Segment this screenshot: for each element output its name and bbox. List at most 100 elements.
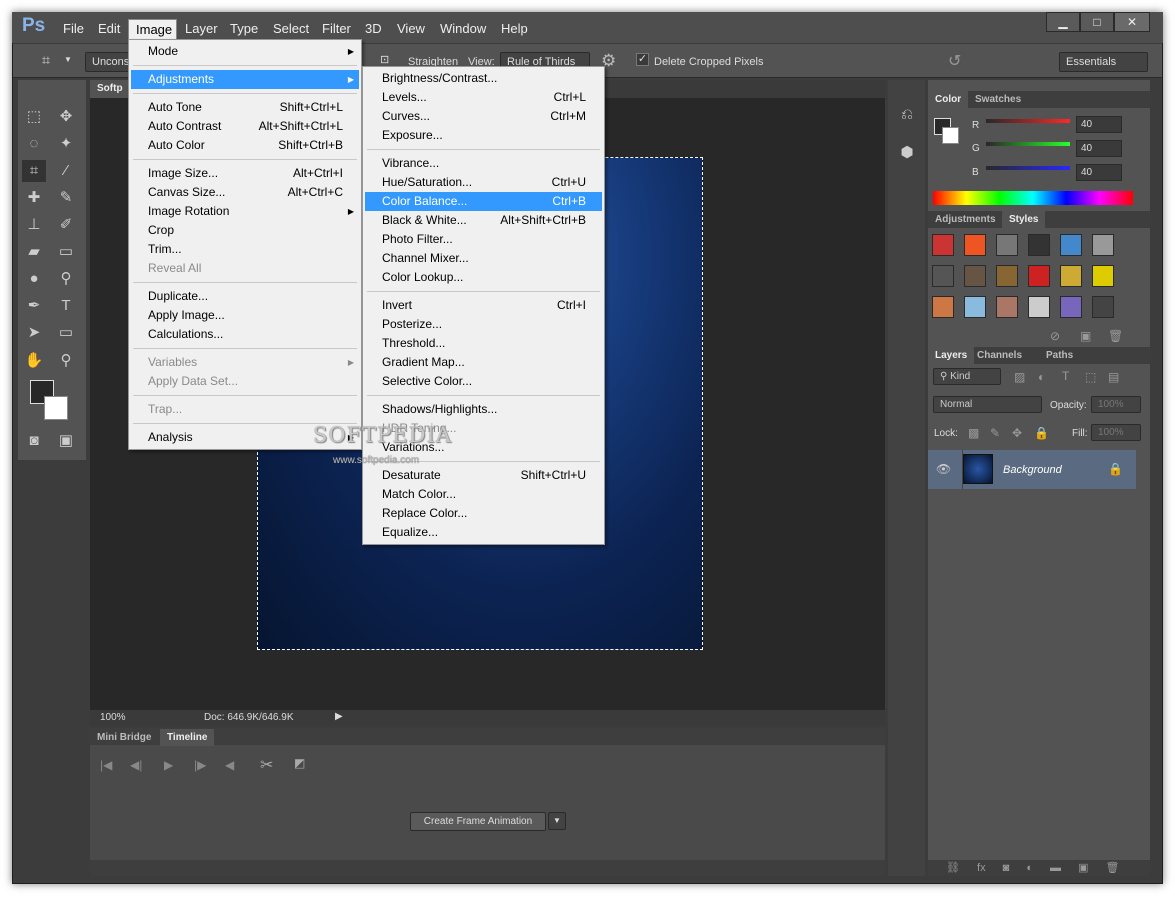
menu-item-shadows-highlights[interactable]: Shadows/Highlights... — [365, 400, 602, 419]
blend-mode-dropdown[interactable]: Normal — [933, 396, 1042, 413]
style-swatch[interactable] — [932, 296, 954, 318]
menu-item-canvas-size[interactable]: Canvas Size... Alt+Ctrl+C — [131, 183, 359, 202]
straighten-icon[interactable]: ⊡ — [380, 53, 389, 66]
menu-item-vibrance[interactable]: Vibrance... — [365, 154, 602, 173]
style-swatch[interactable] — [1092, 265, 1114, 287]
3d-icon[interactable]: ⬢ — [895, 142, 919, 164]
filter-pixel-icon[interactable]: ▨ — [1014, 370, 1025, 384]
lasso-icon[interactable]: ◌ — [22, 133, 46, 155]
menu-item-desaturate[interactable]: Desaturate Shift+Ctrl+U — [365, 466, 602, 485]
style-swatch[interactable] — [996, 234, 1018, 256]
tab-mini-bridge[interactable]: Mini Bridge — [90, 729, 158, 746]
blue-value[interactable]: 40 — [1076, 164, 1122, 181]
style-swatch[interactable] — [932, 265, 954, 287]
menu-item-hue-saturation[interactable]: Hue/Saturation... Ctrl+U — [365, 173, 602, 192]
menu-item-auto-tone[interactable]: Auto Tone Shift+Ctrl+L — [131, 98, 359, 117]
zoom-icon[interactable]: ⚲ — [54, 350, 78, 372]
menu-item-brightness-contrast[interactable]: Brightness/Contrast... — [365, 69, 602, 88]
style-swatch[interactable] — [964, 265, 986, 287]
tab-color[interactable]: Color — [928, 91, 969, 108]
menu-help[interactable]: Help — [501, 21, 528, 36]
trash-icon[interactable]: 🗑 — [1108, 329, 1123, 343]
eye-icon[interactable]: 👁 — [936, 462, 951, 476]
menu-item-exposure[interactable]: Exposure... — [365, 126, 602, 145]
layer-filter-dropdown[interactable]: ⚲ Kind — [933, 368, 1001, 385]
menu-item-threshold[interactable]: Threshold... — [365, 334, 602, 353]
filter-type-icon[interactable]: T — [1062, 369, 1069, 383]
menu-item-posterize[interactable]: Posterize... — [365, 315, 602, 334]
menu-item-apply-image[interactable]: Apply Image... — [131, 306, 359, 325]
color-spectrum[interactable] — [933, 191, 1133, 205]
tab-layers[interactable]: Layers — [928, 347, 975, 364]
new-style-icon[interactable]: ▣ — [1080, 329, 1091, 343]
document-tab[interactable]: Softp — [90, 80, 130, 98]
maximize-button[interactable]: □ — [1080, 12, 1114, 32]
menu-layer[interactable]: Layer — [185, 21, 218, 36]
background-color-swatch[interactable] — [942, 127, 959, 144]
style-swatch[interactable] — [996, 296, 1018, 318]
screen-mode-icon[interactable]: ▣ — [54, 430, 78, 452]
style-swatch[interactable] — [1028, 234, 1050, 256]
tab-swatches[interactable]: Swatches — [968, 91, 1028, 108]
blur-icon[interactable]: ● — [22, 268, 46, 290]
menu-item-channel-mixer[interactable]: Channel Mixer... — [365, 249, 602, 268]
menu-item-image-size[interactable]: Image Size... Alt+Ctrl+I — [131, 164, 359, 183]
gradient-icon[interactable]: ▭ — [54, 241, 78, 263]
crop-icon[interactable]: ⌗ — [34, 50, 58, 72]
chevron-down-icon[interactable]: ▼ — [548, 812, 566, 830]
shape-icon[interactable]: ▭ — [54, 322, 78, 344]
blue-slider[interactable] — [986, 166, 1070, 170]
next-frame-icon[interactable]: |▶ — [194, 758, 206, 772]
reset-icon[interactable]: ↺ — [948, 51, 961, 71]
menu-item-photo-filter[interactable]: Photo Filter... — [365, 230, 602, 249]
background-color-swatch[interactable] — [44, 396, 68, 420]
green-value[interactable]: 40 — [1076, 140, 1122, 157]
menu-item-mode[interactable]: Mode ▶ — [131, 42, 359, 61]
menu-file[interactable]: File — [63, 21, 84, 36]
fill-field[interactable]: 100% — [1091, 424, 1141, 441]
filter-smart-object-icon[interactable]: ▤ — [1108, 370, 1119, 384]
menu-item-auto-color[interactable]: Auto Color Shift+Ctrl+B — [131, 136, 359, 155]
red-value[interactable]: 40 — [1076, 116, 1122, 133]
play-icon[interactable]: ▶ — [164, 758, 173, 772]
style-swatch[interactable] — [1060, 234, 1082, 256]
style-swatch[interactable] — [964, 296, 986, 318]
menu-item-replace-color[interactable]: Replace Color... — [365, 504, 602, 523]
menu-item-duplicate[interactable]: Duplicate... — [131, 287, 359, 306]
menu-item-calculations[interactable]: Calculations... — [131, 325, 359, 344]
menu-item-adjustments[interactable]: Adjustments ▶ — [131, 70, 359, 89]
tab-channels[interactable]: Channels — [970, 347, 1029, 364]
history-icon[interactable]: ⎌ — [895, 104, 919, 126]
pen-icon[interactable]: ✒ — [22, 295, 46, 317]
style-swatch[interactable] — [1028, 296, 1050, 318]
menu-item-color-lookup[interactable]: Color Lookup... — [365, 268, 602, 287]
filter-adjustment-icon[interactable]: ◐ — [1038, 370, 1045, 384]
type-icon[interactable]: T — [54, 295, 78, 317]
doc-info[interactable]: Doc: 646.9K/646.9K — [204, 712, 294, 723]
menu-window[interactable]: Window — [440, 21, 486, 36]
lock-position-icon[interactable]: ✥ — [1012, 426, 1022, 440]
filter-shape-icon[interactable]: ⬚ — [1085, 370, 1096, 384]
layers-footer-icons[interactable]: ⛓ fx ◙ ◐ ▬ ▣ 🗑 — [928, 860, 1150, 876]
menu-select[interactable]: Select — [273, 21, 309, 36]
workspace-dropdown[interactable]: Essentials — [1059, 52, 1148, 72]
scissors-icon[interactable]: ✂ — [260, 755, 273, 775]
tab-adjustments[interactable]: Adjustments — [928, 211, 1003, 228]
brush-icon[interactable]: ✎ — [54, 187, 78, 209]
marquee-icon[interactable]: ⬚ — [22, 106, 46, 128]
menu-item-selective-color[interactable]: Selective Color... — [365, 372, 602, 391]
create-frame-animation-button[interactable]: Create Frame Animation — [410, 812, 546, 831]
eraser-icon[interactable]: ▰ — [22, 241, 46, 263]
first-frame-icon[interactable]: |◀ — [100, 758, 112, 772]
menu-item-invert[interactable]: Invert Ctrl+I — [365, 296, 602, 315]
style-swatch[interactable] — [1092, 234, 1114, 256]
menu-item-levels[interactable]: Levels... Ctrl+L — [365, 88, 602, 107]
lock-paint-icon[interactable]: ✎ — [990, 426, 1000, 440]
healing-icon[interactable]: ✚ — [22, 187, 46, 209]
transition-icon[interactable]: ◩ — [294, 756, 305, 770]
dodge-icon[interactable]: ⚲ — [54, 268, 78, 290]
eyedropper-icon[interactable]: ⁄ — [54, 160, 78, 182]
path-select-icon[interactable]: ➤ — [22, 322, 46, 344]
close-button[interactable]: ✕ — [1114, 12, 1150, 32]
history-brush-icon[interactable]: ✐ — [54, 214, 78, 236]
